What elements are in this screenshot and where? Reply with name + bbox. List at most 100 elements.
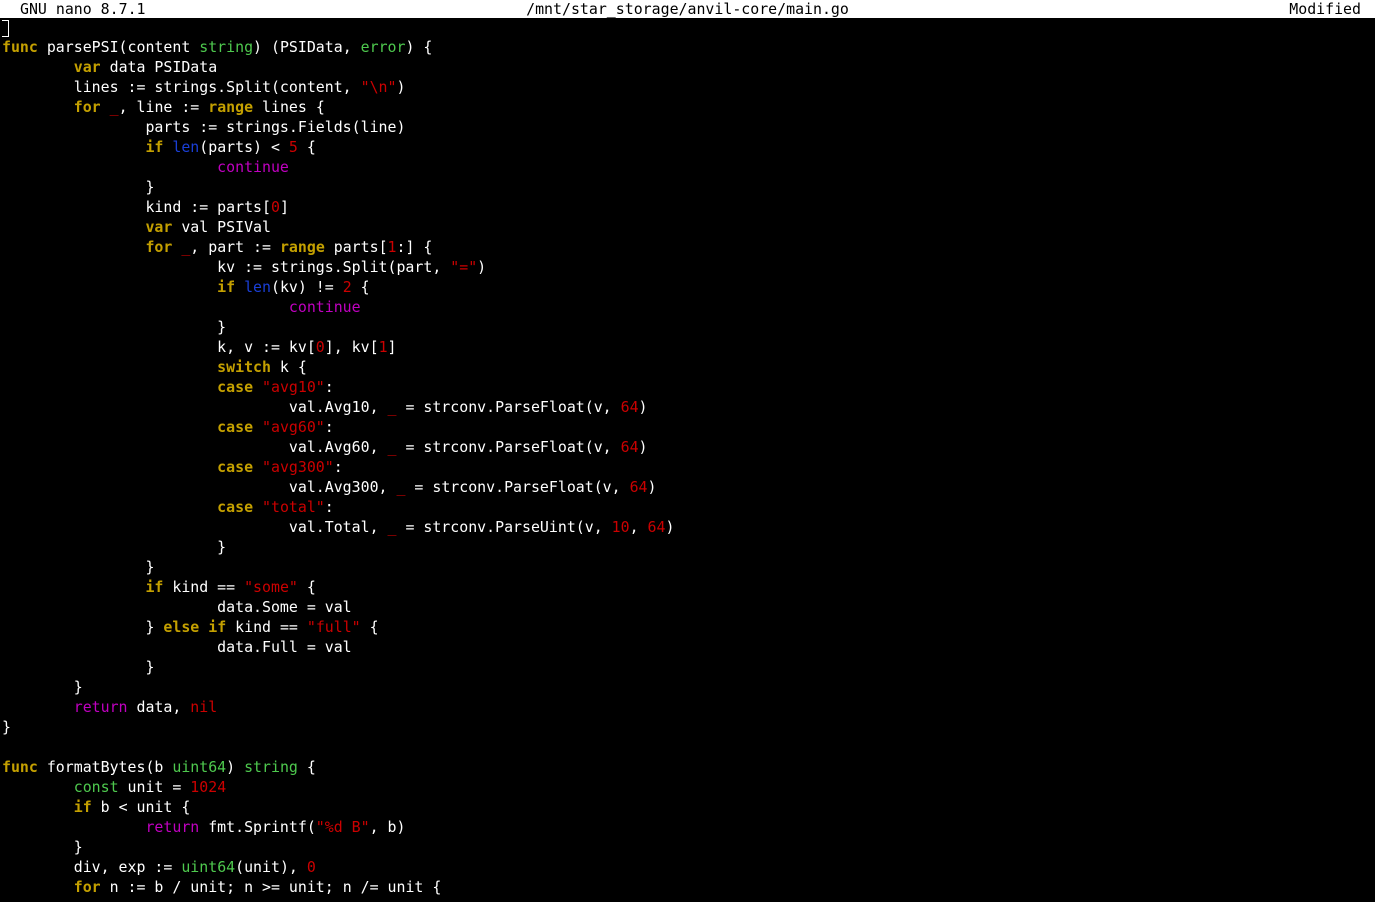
- code-line[interactable]: const unit = 1024: [2, 777, 1375, 797]
- code-text: }: [2, 178, 155, 196]
- code-line[interactable]: [2, 17, 1375, 37]
- code-line[interactable]: [2, 737, 1375, 757]
- code-line[interactable]: func formatBytes(b uint64) string {: [2, 757, 1375, 777]
- code-text: ): [477, 258, 487, 276]
- code-string: "%d B": [315, 818, 370, 836]
- code-number: 1: [378, 338, 388, 356]
- code-number: 64: [629, 478, 648, 496]
- code-text: ): [396, 78, 406, 96]
- code-line[interactable]: case "avg300":: [2, 457, 1375, 477]
- code-type: uint64: [172, 758, 227, 776]
- code-text: , b): [369, 818, 406, 836]
- code-text: fmt.Sprintf(: [199, 818, 316, 836]
- code-keyword: func: [2, 758, 38, 776]
- code-text: (kv) !=: [270, 278, 343, 296]
- code-line[interactable]: for n := b / unit; n >= unit; n /= unit …: [2, 877, 1375, 897]
- code-line[interactable]: lines := strings.Split(content, "\n"): [2, 77, 1375, 97]
- code-keyword: case: [217, 458, 254, 476]
- code-line[interactable]: }: [2, 837, 1375, 857]
- code-line[interactable]: }: [2, 717, 1375, 737]
- code-line[interactable]: }: [2, 557, 1375, 577]
- code-keyword: var: [145, 218, 173, 236]
- code-text: = strconv.ParseFloat(v,: [396, 398, 621, 416]
- code-keyword: case: [217, 378, 254, 396]
- code-line[interactable]: switch k {: [2, 357, 1375, 377]
- code-number: 2: [342, 278, 352, 296]
- code-line[interactable]: }: [2, 317, 1375, 337]
- code-number: 64: [620, 398, 639, 416]
- code-line[interactable]: if len(parts) < 5 {: [2, 137, 1375, 157]
- code-text: }: [2, 318, 227, 336]
- code-line[interactable]: continue: [2, 157, 1375, 177]
- code-line[interactable]: kv := strings.Split(part, "="): [2, 257, 1375, 277]
- code-line[interactable]: continue: [2, 297, 1375, 317]
- code-line[interactable]: if len(kv) != 2 {: [2, 277, 1375, 297]
- code-keyword: var: [73, 58, 101, 76]
- code-line[interactable]: val.Avg300, _ = strconv.ParseFloat(v, 64…: [2, 477, 1375, 497]
- code-line[interactable]: div, exp := uint64(unit), 0: [2, 857, 1375, 877]
- code-line[interactable]: }: [2, 677, 1375, 697]
- code-number: 0: [270, 198, 280, 216]
- code-builtin: len: [244, 278, 271, 296]
- code-number: 0: [306, 858, 316, 876]
- modified-status: Modified: [1289, 0, 1361, 18]
- code-text: ): [638, 438, 648, 456]
- code-line[interactable]: }: [2, 177, 1375, 197]
- code-number: 64: [620, 438, 639, 456]
- code-text: kv := strings.Split(part,: [2, 258, 451, 276]
- code-text: = strconv.ParseFloat(v,: [405, 478, 630, 496]
- code-line[interactable]: val.Avg10, _ = strconv.ParseFloat(v, 64): [2, 397, 1375, 417]
- code-text: parts := strings.Fields(line): [2, 118, 406, 136]
- code-line[interactable]: } else if kind == "full" {: [2, 617, 1375, 637]
- code-type: uint64: [181, 858, 236, 876]
- code-text: data PSIData: [100, 58, 218, 76]
- code-line[interactable]: case "avg10":: [2, 377, 1375, 397]
- code-line[interactable]: k, v := kv[0], kv[1]: [2, 337, 1375, 357]
- code-line[interactable]: return fmt.Sprintf("%d B", b): [2, 817, 1375, 837]
- code-text: val PSIVal: [172, 218, 271, 236]
- code-line[interactable]: case "avg60":: [2, 417, 1375, 437]
- code-text: val.Total,: [2, 518, 388, 536]
- code-keyword: if: [73, 798, 92, 816]
- code-line[interactable]: data.Full = val: [2, 637, 1375, 657]
- code-line[interactable]: func parsePSI(content string) (PSIData, …: [2, 37, 1375, 57]
- code-type: string: [244, 758, 298, 776]
- code-line[interactable]: }: [2, 537, 1375, 557]
- code-line[interactable]: val.Total, _ = strconv.ParseUint(v, 10, …: [2, 517, 1375, 537]
- code-line[interactable]: }: [2, 657, 1375, 677]
- code-line[interactable]: case "total":: [2, 497, 1375, 517]
- code-line[interactable]: for _, line := range lines {: [2, 97, 1375, 117]
- code-line[interactable]: for _, part := range parts[1:] {: [2, 237, 1375, 257]
- code-line[interactable]: kind := parts[0]: [2, 197, 1375, 217]
- code-number: 10: [611, 518, 630, 536]
- code-number: nil: [190, 698, 218, 716]
- code-text: formatBytes(b: [37, 758, 173, 776]
- code-type: const: [73, 778, 119, 796]
- code-line[interactable]: var val PSIVal: [2, 217, 1375, 237]
- code-line[interactable]: var data PSIData: [2, 57, 1375, 77]
- code-line[interactable]: val.Avg60, _ = strconv.ParseFloat(v, 64): [2, 437, 1375, 457]
- code-line[interactable]: parts := strings.Fields(line): [2, 117, 1375, 137]
- code-text: {: [297, 138, 316, 156]
- code-line[interactable]: data.Some = val: [2, 597, 1375, 617]
- code-text: kind := parts[: [2, 198, 271, 216]
- code-text: k {: [270, 358, 307, 376]
- code-editor[interactable]: func parsePSI(content string) (PSIData, …: [2, 17, 1375, 902]
- code-number: 1: [387, 238, 397, 256]
- code-number: 64: [647, 518, 666, 536]
- code-text: val.Avg60,: [2, 438, 388, 456]
- code-text: }: [2, 718, 11, 736]
- code-line[interactable]: if kind == "some" {: [2, 577, 1375, 597]
- code-line[interactable]: if b < unit {: [2, 797, 1375, 817]
- code-line[interactable]: return data, nil: [2, 697, 1375, 717]
- nano-title-bar: /mnt/star_storage/anvil-core/main.go GNU…: [0, 0, 1375, 18]
